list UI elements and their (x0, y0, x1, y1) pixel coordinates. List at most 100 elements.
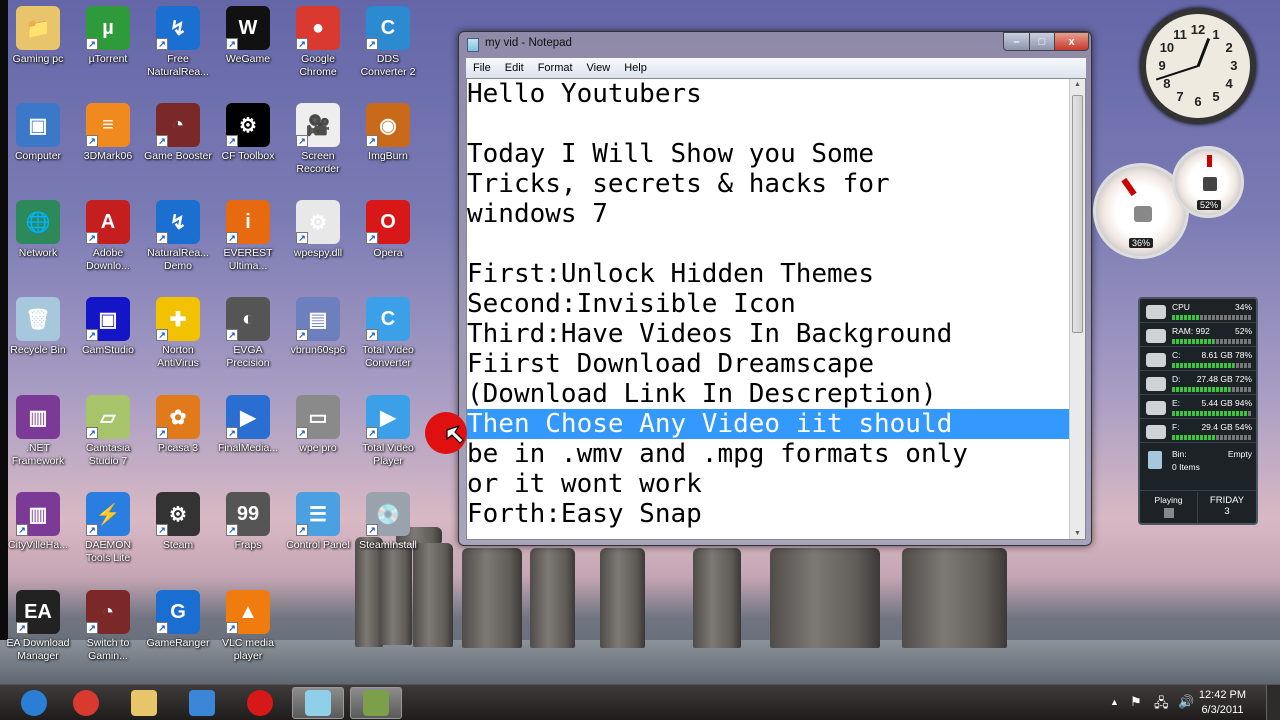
taskbar-explorer-button[interactable] (118, 687, 170, 719)
ram-gauge[interactable]: 52% (1172, 146, 1244, 218)
desktop-icon[interactable]: ▣ ↗ CamStudio (73, 297, 143, 357)
text-line[interactable]: or it wont work (467, 469, 1070, 499)
desktop-icon[interactable]: C ↗ DDS Converter 2 (353, 6, 423, 79)
menu-help[interactable]: Help (617, 62, 654, 74)
text-line[interactable] (467, 109, 1070, 139)
recycle-bin-row[interactable]: Bin: Empty 0 Items (1140, 445, 1256, 491)
desktop-icon[interactable]: 🗑 Recycle Bin (3, 297, 73, 357)
desktop-icon[interactable]: 🌐 Network (3, 200, 73, 260)
text-editor[interactable]: Hello Youtubers Today I Will Show you Som… (466, 78, 1086, 540)
desktop-icon[interactable]: ▣ Computer (3, 103, 73, 163)
desktop-icon[interactable]: C ↗ Total Video Converter (353, 297, 423, 370)
icon-glyph: EA (24, 600, 52, 623)
system-monitor-gadget[interactable]: CPU 34% RAM: 992 52% C: 8.61 GB 78% D: 2… (1138, 297, 1258, 525)
desktop-icon[interactable]: ▥ .NET Framework (3, 395, 73, 468)
text-line[interactable]: Fiirst Download Dreamscape (467, 349, 1070, 379)
media-playing-widget[interactable]: Playing (1140, 492, 1198, 524)
desktop-icon[interactable]: EA ↗ EA Download Manager (3, 590, 73, 663)
desktop-icon[interactable]: ▲ ↗ VLC media player (213, 590, 283, 663)
stop-icon[interactable] (1163, 508, 1174, 518)
desktop-icon[interactable]: ⚙ ↗ Steam (143, 492, 213, 552)
desktop-icon[interactable]: 📁 Gaming pc (3, 6, 73, 66)
vertical-scrollbar[interactable]: ▲ ▼ (1069, 79, 1085, 539)
text-line[interactable] (467, 229, 1070, 259)
desktop-icon[interactable]: 🎥 ↗ Screen Recorder (283, 103, 353, 176)
desktop-icon[interactable]: ▶ ↗ Total Video Player (353, 395, 423, 468)
desktop-icon[interactable]: ↯ ↗ Free NaturalRea... (143, 6, 213, 79)
menu-view[interactable]: View (580, 62, 618, 74)
desktop-icon[interactable]: ● ↗ Google Chrome (283, 6, 353, 79)
app-icon: ≡ ↗ (86, 103, 130, 147)
desktop-icon[interactable]: ⚡ ↗ DAEMON Tools Lite (73, 492, 143, 565)
taskbar-notepad-button[interactable] (292, 687, 344, 719)
taskbar-screen-recorder-button[interactable] (350, 687, 402, 719)
network-icon[interactable]: 🖧 (1154, 694, 1169, 716)
close-button[interactable]: x (1054, 32, 1089, 51)
scroll-up-icon[interactable]: ▲ (1074, 81, 1081, 88)
desktop-icon[interactable]: µ ↗ µTorrent (73, 6, 143, 66)
clock-gadget[interactable]: 12 1 2 3 4 5 6 7 8 9 10 11 (1140, 8, 1256, 124)
maximize-button[interactable]: □ (1029, 32, 1055, 51)
menu-edit[interactable]: Edit (498, 62, 531, 74)
desktop-icon[interactable]: ▤ ↗ vbrun60sp6 (283, 297, 353, 357)
action-center-flag-icon[interactable]: ⚑ (1130, 694, 1142, 710)
desktop-icon[interactable]: ▥ ↗ CityVilleHa... (3, 492, 73, 552)
desktop-icon[interactable]: ◉ ↗ ImgBurn (353, 103, 423, 163)
text-line[interactable]: be in .wmv and .mpg formats only (467, 439, 1070, 469)
desktop-icon[interactable]: ↯ ↗ NaturalRea... Demo (143, 200, 213, 273)
desktop-icon-label: wpespy.dll (293, 247, 343, 259)
text-line[interactable]: Today I Will Show you Some (467, 139, 1070, 169)
scrollbar-thumb[interactable] (1072, 95, 1083, 333)
desktop-icon[interactable]: A ↗ Adobe Downlo... (73, 200, 143, 273)
text-line[interactable]: Second:Invisible Icon (467, 289, 1070, 319)
taskbar-media-player-button[interactable] (176, 687, 228, 719)
selected-text-line[interactable]: Then Chose Any Video iit should (467, 409, 1070, 439)
taskbar-chrome-button[interactable] (60, 687, 112, 719)
notepad-icon (305, 690, 331, 716)
desktop-icon[interactable]: ▭ ↗ wpe pro (283, 395, 353, 455)
desktop-icon[interactable]: i ↗ EVEREST Ultima... (213, 200, 283, 273)
monitor-label: F: (1172, 422, 1180, 432)
text-line[interactable]: Third:Have Videos In Background (467, 319, 1070, 349)
monitor-label: CPU (1172, 302, 1190, 312)
desktop-icon[interactable]: 💿 ↗ SteamInstall (353, 492, 423, 552)
desktop-icon[interactable]: 99 ↗ Fraps (213, 492, 283, 552)
text-line[interactable]: Hello Youtubers (467, 79, 1070, 109)
text-content[interactable]: Hello Youtubers Today I Will Show you Som… (467, 79, 1070, 529)
start-button[interactable] (8, 687, 60, 719)
notepad-window[interactable]: my vid - Notepad – □ x File Edit Format … (458, 31, 1092, 546)
desktop-icon[interactable]: ≡ ↗ 3DMark06 (73, 103, 143, 163)
desktop-icon[interactable]: ◔ ↗ Game Booster (143, 103, 213, 163)
desktop-icon[interactable]: ✿ ↗ Picasa 3 (143, 395, 213, 455)
desktop-icon[interactable]: ✚ ↗ Norton AntiVirus (143, 297, 213, 370)
scroll-down-icon[interactable]: ▼ (1074, 530, 1081, 537)
desktop-icon[interactable]: G ↗ GameRanger (143, 590, 213, 650)
desktop-icon[interactable]: W ↗ WeGame (213, 6, 283, 66)
desktop-icon[interactable]: ⚙ ↗ wpespy.dll (283, 200, 353, 260)
minimize-button[interactable]: – (1003, 32, 1030, 51)
show-desktop-button[interactable] (1266, 685, 1280, 720)
desktop-icon[interactable]: ▱ ↗ Camtasia Studio 7 (73, 395, 143, 468)
clock-number: 3 (1230, 58, 1238, 73)
text-line[interactable]: First:Unlock Hidden Themes (467, 259, 1070, 289)
text-line-content: (Download Link In Descreption) (467, 379, 937, 409)
desktop-icon[interactable]: ☰ ↗ Control Panel (283, 492, 353, 552)
desktop-icon[interactable]: ◔ ↗ Switch to Gamin... (73, 590, 143, 663)
text-line[interactable]: Tricks, secrets & hacks for (467, 169, 1070, 199)
menu-format[interactable]: Format (531, 62, 580, 74)
system-clock[interactable]: 12:42 PM 6/3/2011 (1199, 688, 1246, 718)
text-line[interactable]: Forth:Easy Snap (467, 499, 1070, 529)
menu-file[interactable]: File (466, 62, 498, 74)
desktop-icon-label: Switch to Gamin... (86, 637, 130, 662)
show-hidden-icons[interactable]: ▲ (1110, 697, 1119, 707)
text-line[interactable]: (Download Link In Descreption) (467, 379, 1070, 409)
volume-icon[interactable]: 🔊 (1178, 694, 1194, 710)
taskbar-opera-button[interactable] (234, 687, 286, 719)
desktop-icon[interactable]: O ↗ Opera (353, 200, 423, 260)
desktop-icon-label: Camtasia Studio 7 (85, 442, 131, 467)
desktop-icon[interactable]: ◐ ↗ EVGA Precision (213, 297, 283, 370)
text-line[interactable]: windows 7 (467, 199, 1070, 229)
desktop-icon[interactable]: ⚙ ↗ CF Toolbox (213, 103, 283, 163)
desktop-icon[interactable]: ▶ ↗ FinalMedia... (213, 395, 283, 455)
shortcut-arrow-icon: ↗ (86, 622, 98, 634)
